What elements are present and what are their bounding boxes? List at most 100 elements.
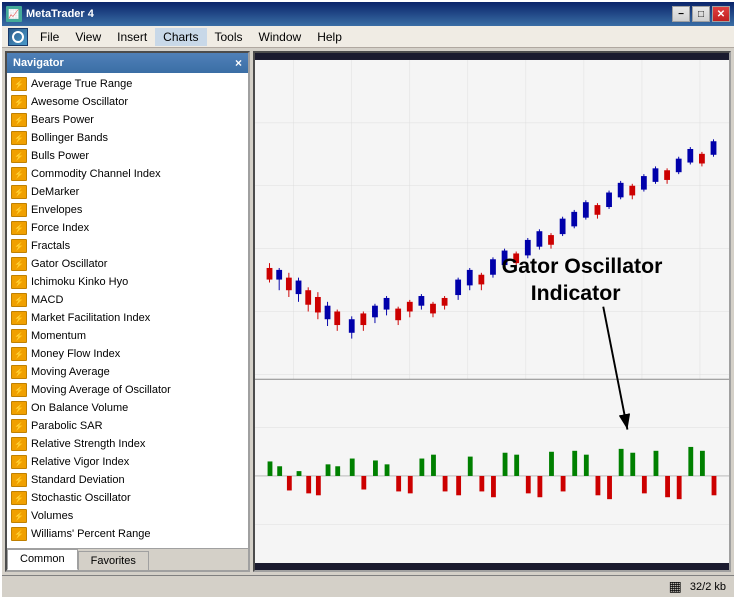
indicator-label: Bollinger Bands (31, 132, 108, 144)
indicator-label: Force Index (31, 222, 89, 234)
list-item[interactable]: ⚡ Moving Average of Oscillator (7, 381, 248, 399)
indicator-icon: ⚡ (11, 257, 27, 271)
indicator-icon: ⚡ (11, 185, 27, 199)
indicator-label: Bears Power (31, 114, 94, 126)
indicator-icon: ⚡ (11, 509, 27, 523)
menu-window[interactable]: Window (251, 28, 310, 46)
indicator-icon: ⚡ (11, 419, 27, 433)
indicator-label: Parabolic SAR (31, 420, 103, 432)
list-item[interactable]: ⚡ Gator Oscillator (7, 255, 248, 273)
list-item[interactable]: ⚡ Bears Power (7, 111, 248, 129)
indicator-icon: ⚡ (11, 77, 27, 91)
list-item[interactable]: ⚡ Standard Deviation (7, 471, 248, 489)
indicator-icon: ⚡ (11, 437, 27, 451)
svg-text:Indicator: Indicator (531, 281, 621, 305)
indicator-icon: ⚡ (11, 473, 27, 487)
indicator-label: MACD (31, 294, 63, 306)
chart-icon: ▦ (669, 578, 682, 595)
list-item[interactable]: ⚡Volumes (7, 507, 248, 525)
indicator-icon: ⚡ (11, 239, 27, 253)
list-item[interactable]: ⚡Awesome Oscillator (7, 93, 248, 111)
minimize-button[interactable]: − (672, 6, 690, 22)
indicator-icon: ⚡ (11, 167, 27, 181)
maximize-button[interactable]: □ (692, 6, 710, 22)
list-item[interactable]: ⚡ Commodity Channel Index (7, 165, 248, 183)
list-item[interactable]: ⚡Money Flow Index (7, 345, 248, 363)
indicator-label: On Balance Volume (31, 402, 128, 414)
indicator-label: Fractals (31, 240, 70, 252)
navigator-tabs: Common Favorites (7, 548, 248, 570)
indicator-icon: ⚡ (11, 131, 27, 145)
menu-tools[interactable]: Tools (207, 28, 251, 46)
menu-help[interactable]: Help (309, 28, 350, 46)
indicator-label: DeMarker (31, 186, 79, 198)
menu-charts[interactable]: Charts (155, 28, 206, 46)
svg-text:Gator Oscillator: Gator Oscillator (502, 254, 663, 278)
indicator-label: Moving Average (31, 366, 110, 378)
list-item[interactable]: ⚡ Average True Range (7, 75, 248, 93)
indicator-icon: ⚡ (11, 311, 27, 325)
indicator-label: Market Facilitation Index (31, 312, 150, 324)
indicator-label: Average True Range (31, 78, 132, 90)
list-item[interactable]: ⚡Bulls Power (7, 147, 248, 165)
chart-area[interactable]: Gator Oscillator Indicator (253, 51, 731, 572)
list-item[interactable]: ⚡ Bollinger Bands (7, 129, 248, 147)
tab-favorites[interactable]: Favorites (78, 551, 149, 570)
list-item[interactable]: ⚡Relative Vigor Index (7, 453, 248, 471)
window-controls: − □ ✕ (672, 6, 730, 22)
list-item[interactable]: ⚡ DeMarker (7, 183, 248, 201)
indicator-icon: ⚡ (11, 455, 27, 469)
menu-bar: File View Insert Charts Tools Window Hel… (2, 26, 734, 48)
navigator-close-button[interactable]: × (235, 56, 242, 70)
list-item[interactable]: ⚡ Force Index (7, 219, 248, 237)
navigator-title: Navigator (13, 57, 64, 69)
list-item[interactable]: ⚡On Balance Volume (7, 399, 248, 417)
indicator-label: Stochastic Oscillator (31, 492, 131, 504)
list-item[interactable]: ⚡Ichimoku Kinko Hyo (7, 273, 248, 291)
indicator-icon: ⚡ (11, 491, 27, 505)
indicator-label: Ichimoku Kinko Hyo (31, 276, 128, 288)
chart-svg: Gator Oscillator Indicator (255, 53, 729, 570)
indicator-label: Relative Strength Index (31, 438, 145, 450)
indicator-label: Standard Deviation (31, 474, 125, 486)
close-button[interactable]: ✕ (712, 6, 730, 22)
indicator-label: Momentum (31, 330, 86, 342)
list-item[interactable]: ⚡ Market Facilitation Index (7, 309, 248, 327)
indicator-icon: ⚡ (11, 113, 27, 127)
status-bar: ▦ 32/2 kb (2, 575, 734, 597)
main-area: Navigator × ⚡Average True Range⚡Awesome … (2, 48, 734, 575)
indicator-label: Gator Oscillator (31, 258, 107, 270)
app-logo[interactable] (8, 28, 28, 46)
app-icon: 📈 (6, 6, 22, 22)
menu-view[interactable]: View (67, 28, 109, 46)
menu-file[interactable]: File (32, 28, 67, 46)
tab-common[interactable]: Common (7, 549, 78, 570)
main-window: 📈 MetaTrader 4 − □ ✕ File View Insert Ch… (0, 0, 736, 599)
indicator-icon: ⚡ (11, 149, 27, 163)
list-item[interactable]: ⚡ Momentum (7, 327, 248, 345)
window-title: MetaTrader 4 (26, 8, 94, 20)
indicator-label: Awesome Oscillator (31, 96, 128, 108)
indicator-label: Envelopes (31, 204, 82, 216)
indicator-icon: ⚡ (11, 383, 27, 397)
indicator-icon: ⚡ (11, 527, 27, 541)
navigator-list: ⚡Average True Range⚡Awesome Oscillator⚡B… (7, 73, 248, 548)
list-item[interactable]: ⚡ Relative Strength Index (7, 435, 248, 453)
list-item[interactable]: ⚡ Fractals (7, 237, 248, 255)
list-item[interactable]: ⚡ Stochastic Oscillator (7, 489, 248, 507)
status-text: 32/2 kb (690, 581, 726, 593)
list-item[interactable]: ⚡ Moving Average (7, 363, 248, 381)
title-bar-left: 📈 MetaTrader 4 (6, 6, 94, 22)
logo-icon (12, 31, 24, 43)
list-item[interactable]: ⚡ Williams' Percent Range (7, 525, 248, 543)
indicator-icon: ⚡ (11, 365, 27, 379)
indicator-icon: ⚡ (11, 221, 27, 235)
list-item[interactable]: ⚡Envelopes (7, 201, 248, 219)
indicator-label: Williams' Percent Range (31, 528, 150, 540)
list-item[interactable]: ⚡MACD (7, 291, 248, 309)
list-item[interactable]: ⚡ Parabolic SAR (7, 417, 248, 435)
indicator-icon: ⚡ (11, 329, 27, 343)
indicator-label: Moving Average of Oscillator (31, 384, 171, 396)
indicator-label: Commodity Channel Index (31, 168, 161, 180)
menu-insert[interactable]: Insert (109, 28, 155, 46)
